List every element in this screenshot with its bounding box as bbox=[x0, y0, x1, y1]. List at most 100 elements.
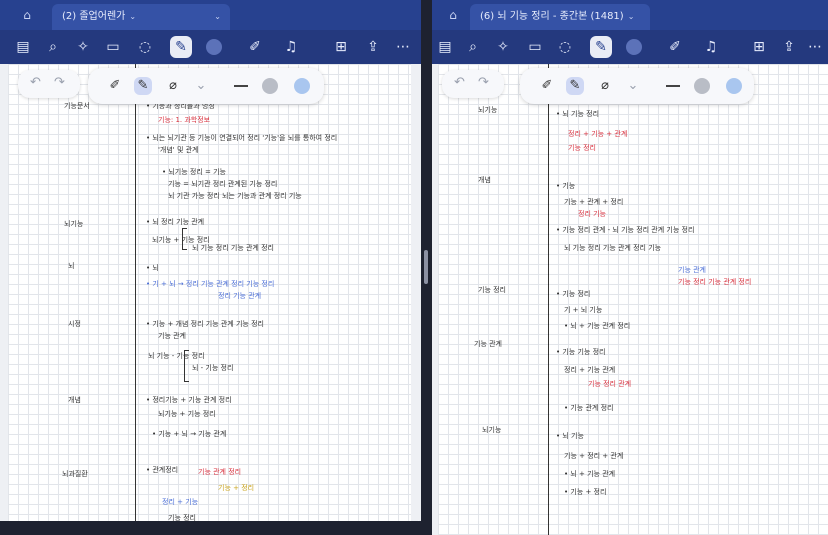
note-line: 정리 + 기능 + 관계 bbox=[568, 130, 628, 138]
left-tab-close-icon[interactable]: ⌄ bbox=[214, 4, 221, 30]
more-icon[interactable]: ⋯ bbox=[804, 36, 826, 58]
note-line: 기능 정리 기능 관계 정리 bbox=[678, 278, 752, 286]
note-line: • 뇌기능 정리 = 기능 bbox=[162, 168, 226, 176]
tool-more-icon[interactable]: ⌄ bbox=[192, 77, 210, 95]
note-line: 기능 = 뇌기관 정리 관계된 기능 정리 bbox=[168, 180, 278, 188]
undo-icon[interactable]: ↶ bbox=[30, 75, 41, 90]
eraser-icon[interactable]: ⌀ bbox=[596, 77, 614, 95]
note-line: 뇌기능 + 기능 정리 bbox=[158, 410, 216, 418]
left-tab-title: (2) 졸업어렌가 bbox=[62, 11, 126, 22]
note-line: 기능 + 관계 + 정리 bbox=[564, 198, 624, 206]
highlighter-icon[interactable]: ✎ bbox=[134, 77, 152, 95]
right-note-canvas[interactable]: 뇌기능 개념 기능 정리 기능 관계 뇌기능 • 뇌 기능 정리 정리 + 기능… bbox=[438, 64, 828, 535]
note-line: • 뇌 bbox=[146, 264, 159, 272]
note-line: • 뇌 기능 bbox=[556, 432, 584, 440]
undo-icon[interactable]: ↶ bbox=[454, 75, 465, 90]
add-page-icon[interactable]: ⊞ bbox=[330, 36, 352, 58]
highlighter-icon[interactable]: ✎ bbox=[566, 77, 584, 95]
note-line: • 기능 관계 정리 bbox=[564, 404, 614, 412]
share-icon[interactable]: ⇪ bbox=[362, 36, 384, 58]
left-note-canvas[interactable]: 기능문서 뇌기능 뇌 시정 개념 뇌과질환 • 기능과 정리들과 명칭 기능: … bbox=[8, 64, 411, 535]
sidebar-icon[interactable]: ▤ bbox=[434, 36, 456, 58]
right-margin-note-2: 개념 bbox=[478, 176, 491, 184]
note-line: • 뇌 기능 정리 bbox=[556, 110, 600, 118]
right-margin-line bbox=[548, 64, 549, 535]
pen-icon[interactable]: ✐ bbox=[538, 77, 556, 95]
left-margin-note-2: 뇌기능 bbox=[64, 220, 84, 228]
note-line: • 기 + 뇌 → 정리 기능 관계 정리 기능 정리 bbox=[146, 280, 275, 288]
microphone-icon[interactable]: ♫ bbox=[280, 36, 302, 58]
left-document-tab[interactable]: (2) 졸업어렌가 ⌄ ⌄ bbox=[52, 4, 230, 30]
left-tab-chevron-icon[interactable]: ⌄ bbox=[129, 12, 136, 21]
divider-handle[interactable] bbox=[424, 250, 428, 284]
left-bottom-bar bbox=[0, 521, 421, 535]
more-icon[interactable]: ⋯ bbox=[392, 36, 414, 58]
note-line: 정리 + 기능 관계 bbox=[564, 366, 616, 374]
note-line: • 기능 정리 bbox=[556, 290, 591, 298]
line-width-icon[interactable] bbox=[666, 85, 680, 87]
right-toolbar: ▤ ⌕ ✧ ▭ ◌ ✎ ✐ ♫ ⊞ ⇪ ⋯ bbox=[432, 30, 828, 64]
note-line: 기능 정리 관계 bbox=[588, 380, 632, 388]
right-document-pane: ⌂ (6) 뇌 기능 정리 - 종간본 (1481) ⌄ ▤ ⌕ ✧ ▭ ◌ ✎ … bbox=[432, 0, 828, 535]
pencil-icon[interactable]: ✐ bbox=[244, 36, 266, 58]
note-line: • 뇌는 뇌기관 등 기능이 연결되어 정리 '기능'을 뇌를 통하여 정리 bbox=[146, 134, 338, 142]
search-icon[interactable]: ⌕ bbox=[462, 36, 484, 58]
home-icon[interactable]: ⌂ bbox=[20, 8, 34, 22]
note-line: 정리 기능 bbox=[578, 210, 606, 218]
right-tab-chevron-icon[interactable]: ⌄ bbox=[628, 12, 635, 21]
right-margin-note-1: 뇌기능 bbox=[478, 106, 498, 114]
more-dot[interactable] bbox=[626, 39, 642, 55]
microphone-icon[interactable]: ♫ bbox=[700, 36, 722, 58]
note-line: • 기능 정리 관계 - 뇌 기능 정리 관계 기능 정리 bbox=[556, 226, 695, 234]
right-pen-tray: ✐ ✎ ⌀ ⌄ bbox=[520, 68, 754, 104]
left-margin-note-6: 뇌과질환 bbox=[62, 470, 88, 478]
split-view-divider[interactable] bbox=[421, 0, 432, 535]
note-line: 정리 + 기능 bbox=[162, 498, 199, 506]
more-dot[interactable] bbox=[206, 39, 222, 55]
shape-recognition-icon[interactable]: ✧ bbox=[492, 36, 514, 58]
right-tab-bar: ⌂ (6) 뇌 기능 정리 - 종간본 (1481) ⌄ bbox=[432, 0, 828, 30]
note-line: 정리 기능 관계 bbox=[218, 292, 262, 300]
pen-active-icon[interactable]: ✎ bbox=[590, 36, 612, 58]
color-blue-swatch[interactable] bbox=[726, 78, 742, 94]
note-line: 기능 관계 bbox=[678, 266, 706, 274]
note-line: • 기능 기능 정리 bbox=[556, 348, 606, 356]
pencil-icon[interactable]: ✐ bbox=[664, 36, 686, 58]
note-line: 기 + 뇌 기능 bbox=[564, 306, 603, 314]
home-icon[interactable]: ⌂ bbox=[446, 8, 460, 22]
search-icon[interactable]: ⌕ bbox=[42, 36, 64, 58]
shape-recognition-icon[interactable]: ✧ bbox=[72, 36, 94, 58]
redo-icon[interactable]: ↷ bbox=[54, 75, 65, 90]
right-document-tab[interactable]: (6) 뇌 기능 정리 - 종간본 (1481) ⌄ bbox=[470, 4, 650, 30]
left-margin-note-4: 시정 bbox=[68, 320, 81, 328]
left-margin-note-1: 기능문서 bbox=[64, 102, 90, 110]
note-line: 뇌 기능 정리 기능 관계 정리 기능 bbox=[564, 244, 662, 252]
left-margin-line bbox=[135, 64, 136, 535]
left-undo-redo-group: ↶ ↷ bbox=[18, 70, 80, 98]
color-gray-swatch[interactable] bbox=[694, 78, 710, 94]
redo-icon[interactable]: ↷ bbox=[478, 75, 489, 90]
pen-icon[interactable]: ✐ bbox=[106, 77, 124, 95]
note-line: '개념' 및 관계 bbox=[158, 146, 199, 154]
note-line: • 기능 + 정리 bbox=[564, 488, 607, 496]
add-page-icon[interactable]: ⊞ bbox=[748, 36, 770, 58]
color-blue-swatch[interactable] bbox=[294, 78, 310, 94]
lasso-icon[interactable]: ◌ bbox=[554, 36, 576, 58]
color-gray-swatch[interactable] bbox=[262, 78, 278, 94]
right-margin-note-4: 기능 관계 bbox=[474, 340, 502, 348]
lasso-icon[interactable]: ◌ bbox=[134, 36, 156, 58]
line-width-icon[interactable] bbox=[234, 85, 248, 87]
document-icon[interactable]: ▭ bbox=[524, 36, 546, 58]
tool-more-icon[interactable]: ⌄ bbox=[624, 77, 642, 95]
share-icon[interactable]: ⇪ bbox=[778, 36, 800, 58]
note-line: 기능 정리 bbox=[568, 144, 596, 152]
left-document-pane: ⌂ (2) 졸업어렌가 ⌄ ⌄ ▤ ⌕ ✧ ▭ ◌ ✎ ✐ ♫ ⊞ ⇪ ⋯ 기능문… bbox=[0, 0, 421, 535]
left-margin-note-3: 뇌 bbox=[68, 262, 75, 270]
note-line: • 관계정리 bbox=[146, 466, 179, 474]
eraser-icon[interactable]: ⌀ bbox=[164, 77, 182, 95]
sidebar-icon[interactable]: ▤ bbox=[12, 36, 34, 58]
note-line: 기능 + 정리 + 관계 bbox=[564, 452, 624, 460]
note-line: 뇌 기관 가능 정리 뇌는 기능과 관계 정리 기능 bbox=[168, 192, 302, 200]
document-icon[interactable]: ▭ bbox=[102, 36, 124, 58]
pen-active-icon[interactable]: ✎ bbox=[170, 36, 192, 58]
